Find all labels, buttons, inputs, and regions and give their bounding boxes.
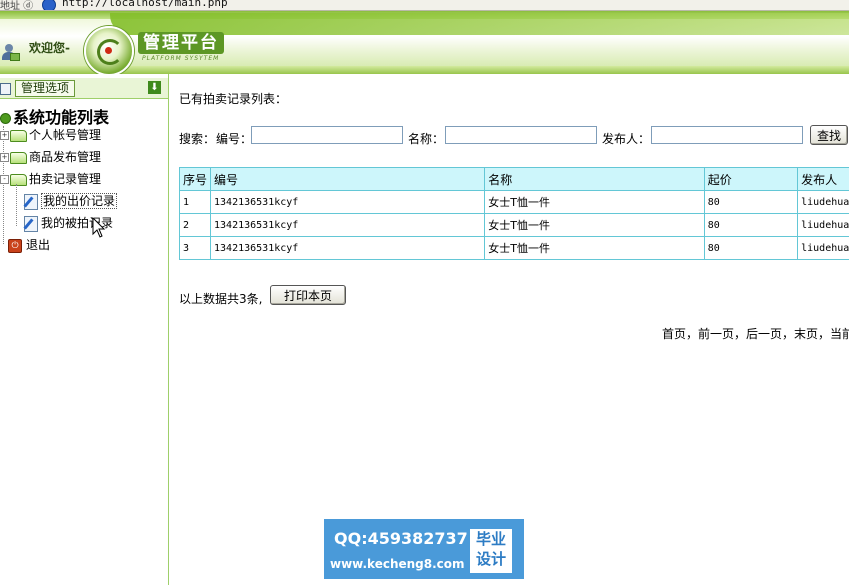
tree-root-icon <box>0 113 11 124</box>
table-header-row: 序号 编号 名称 起价 发布人 <box>178 167 849 191</box>
table-cell: 1342136531kcyf <box>210 213 486 237</box>
column-header: 名称 <box>484 167 705 191</box>
table-cell: liudehua <box>797 190 849 214</box>
address-label: 地址 ⓓ <box>0 1 34 11</box>
table-row: 3 1342136531kcyf 女士T恤一件 80 liudehua <box>178 236 849 260</box>
table-row: 2 1342136531kcyf 女士T恤一件 80 liudehua <box>178 213 849 237</box>
table-cell: 2 <box>178 213 212 237</box>
column-header: 发布人 <box>797 167 849 191</box>
tree-connector-sub <box>16 184 17 226</box>
table-cell: 女士T恤一件 <box>484 190 705 214</box>
publisher-field-label: 发布人： <box>602 132 651 146</box>
search-button[interactable]: 查找 <box>810 125 848 145</box>
table-cell: 女士T恤一件 <box>484 236 705 260</box>
publisher-input[interactable] <box>651 126 803 144</box>
sidebar: 管理选项 ⬇ 系统功能列表 + 个人帐号管理 + 商品发布管理 - 拍卖记录管理 我的… <box>0 74 169 585</box>
table-cell: 80 <box>703 236 799 260</box>
address-url[interactable]: http://localhost/main.php <box>62 0 228 9</box>
expand-icon[interactable]: + <box>0 153 9 162</box>
manage-options-button[interactable]: 管理选项 <box>15 80 76 97</box>
folder-open-icon <box>10 173 27 186</box>
table-cell: liudehua <box>797 236 849 260</box>
platform-title: 管理平台 <box>138 32 224 54</box>
sidebar-item-account[interactable]: + 个人帐号管理 <box>0 126 101 143</box>
calendar-icon <box>0 83 11 95</box>
platform-subtitle: PLATFORM SYSYTEM <box>142 55 220 62</box>
user-icon <box>2 44 20 61</box>
column-header: 编号 <box>210 167 486 191</box>
mouse-cursor-icon <box>92 217 106 238</box>
watermark-site: www.kecheng8.com <box>330 557 465 571</box>
table-cell: 80 <box>703 213 799 237</box>
ie-page-icon <box>42 0 56 10</box>
print-page-button[interactable]: 打印本页 <box>270 285 346 305</box>
search-label: 搜索： <box>179 132 216 146</box>
watermark-badge: 毕业 设计 <box>470 529 512 573</box>
watermark-banner: QQ:459382737 www.kecheng8.com 毕业 设计 <box>324 519 524 579</box>
welcome-text: 欢迎您- <box>29 41 70 55</box>
table-cell: liudehua <box>797 213 849 237</box>
list-title: 已有拍卖记录列表： <box>179 92 288 106</box>
table-cell: 1342136531kcyf <box>210 236 486 260</box>
collapse-arrow-icon[interactable]: ⬇ <box>148 81 161 94</box>
main-content: 已有拍卖记录列表： 搜索： 编号： 名称： 发布人： 查找 序号 编号 名称 起… <box>169 74 849 585</box>
folder-icon <box>10 151 27 164</box>
pagination[interactable]: 首页，前一页，后一页，末页，当前 <box>662 325 849 342</box>
exit-icon: ⏻ <box>8 238 22 253</box>
sidebar-item-my-bids[interactable]: 我的出价记录 <box>24 192 118 210</box>
document-edit-icon <box>24 215 38 232</box>
auction-records-table: 序号 编号 名称 起价 发布人 1 1342136531kcyf 女士T恤一件 … <box>178 167 849 260</box>
name-field-label: 名称： <box>408 132 445 146</box>
total-count: 以上数据共3条, 打印本页 <box>179 285 346 307</box>
expand-icon[interactable]: + <box>0 131 9 140</box>
watermark-qq: QQ:459382737 <box>334 529 468 548</box>
column-header: 序号 <box>178 167 212 191</box>
name-input[interactable] <box>445 126 597 144</box>
total-text: 以上数据共3条, <box>179 292 263 306</box>
address-bar: 地址 ⓓ http://localhost/main.php <box>0 0 849 11</box>
collapse-icon[interactable]: - <box>0 175 9 184</box>
number-field-label: 编号： <box>216 132 253 146</box>
sidebar-item-exit[interactable]: ⏻ 退出 <box>8 236 50 253</box>
table-cell: 1 <box>178 190 212 214</box>
document-edit-icon <box>24 193 38 210</box>
search-bar: 搜索： 编号： 名称： 发布人： 查找 <box>179 125 849 148</box>
folder-icon <box>10 129 27 142</box>
table-row: 1 1342136531kcyf 女士T恤一件 80 liudehua <box>178 190 849 214</box>
column-header: 起价 <box>703 167 799 191</box>
number-input[interactable] <box>251 126 403 144</box>
sidebar-item-goods[interactable]: + 商品发布管理 <box>0 148 101 165</box>
tree-title: 系统功能列表 <box>0 104 109 128</box>
platform-logo-icon <box>84 26 134 76</box>
table-cell: 1342136531kcyf <box>210 190 486 214</box>
table-cell: 3 <box>178 236 212 260</box>
table-cell: 女士T恤一件 <box>484 213 705 237</box>
sidebar-header: 管理选项 ⬇ <box>0 78 168 99</box>
table-cell: 80 <box>703 190 799 214</box>
